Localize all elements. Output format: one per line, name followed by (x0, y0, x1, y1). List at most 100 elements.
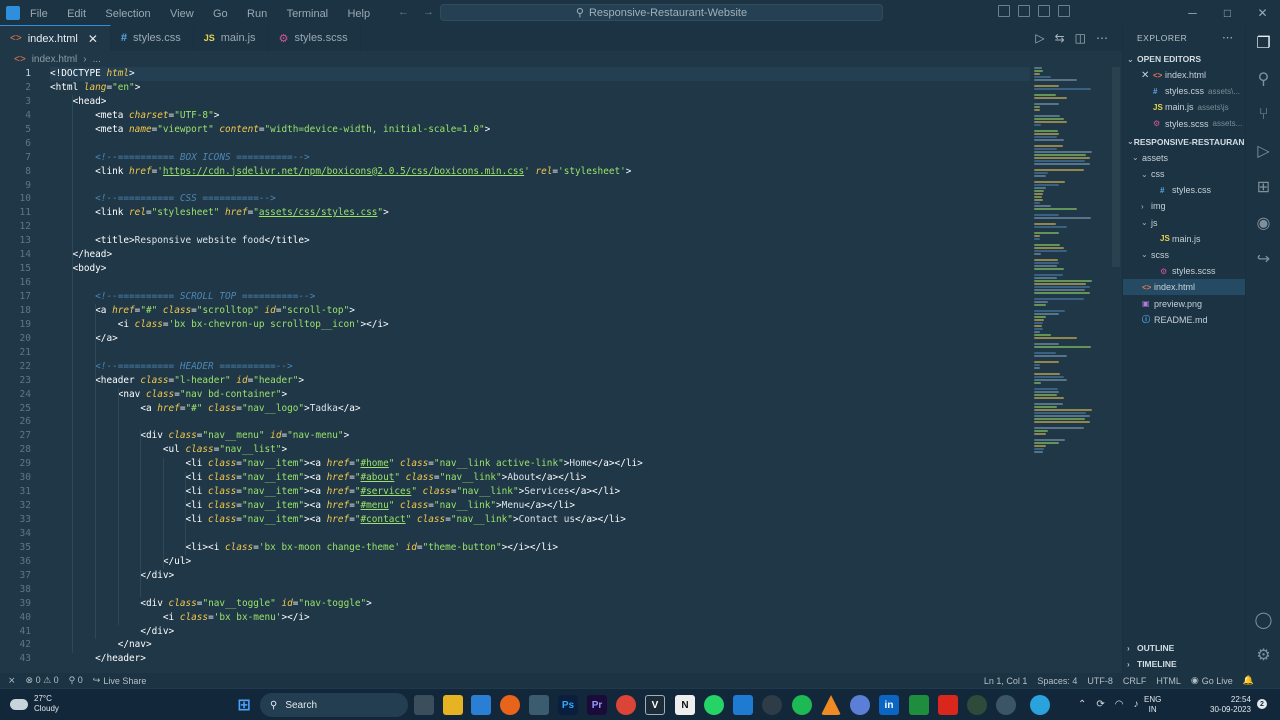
menu-terminal[interactable]: Terminal (287, 8, 329, 20)
code-line[interactable]: <head> (50, 95, 1030, 109)
code-line[interactable]: </div> (50, 625, 1030, 639)
file-tree-file[interactable]: JS main.js (1123, 231, 1245, 247)
code-line[interactable]: <div class="nav__toggle" id="nav-toggle"… (50, 597, 1030, 611)
windows-start-icon[interactable]: ⊞ (234, 695, 254, 715)
back-arrow-icon[interactable]: ← (398, 6, 423, 18)
file-tree-file[interactable]: ▣ preview.png (1123, 295, 1245, 311)
code-line[interactable]: <link rel="stylesheet" href="assets/css/… (50, 206, 1030, 220)
file-tree-folder[interactable]: ⌄ scss (1123, 247, 1245, 263)
store-icon[interactable] (529, 695, 549, 715)
input-language[interactable]: ENG IN (1144, 695, 1161, 715)
code-line[interactable]: <body> (50, 262, 1030, 276)
code-line[interactable]: <a href="#" class="nav__logo">Tadka</a> (50, 402, 1030, 416)
chevron-up-icon[interactable]: ⌃ (1078, 699, 1086, 710)
linkedin-icon[interactable]: in (879, 695, 899, 715)
run-icon[interactable]: ▷ (1035, 31, 1044, 45)
code-line[interactable]: </header> (50, 652, 1030, 666)
live-share-button[interactable]: ↪ Live Share (93, 675, 147, 686)
menu-file[interactable]: File (30, 8, 48, 20)
code-line[interactable]: <div class="nav__menu" id="nav-menu"> (50, 429, 1030, 443)
code-line[interactable] (50, 415, 1030, 429)
menu-selection[interactable]: Selection (105, 8, 150, 20)
code-line[interactable]: </nav> (50, 638, 1030, 652)
task-view-icon[interactable] (414, 695, 434, 715)
vim-icon[interactable]: V (645, 695, 665, 715)
code-line[interactable]: <li class="nav__item"><a href="#contact"… (50, 513, 1030, 527)
more-actions-icon[interactable]: ⋯ (1096, 31, 1108, 45)
code-token[interactable]: #contact (361, 514, 406, 525)
code-line[interactable]: <meta name="viewport" content="width=dev… (50, 123, 1030, 137)
code-editor[interactable]: 1 2 3 4 5 6 7 8 9 10 11 12 13 14 15 16 17 18 19 20 21 22 23 24 2… (0, 67, 1122, 673)
code-line[interactable]: </a> (50, 332, 1030, 346)
breadcrumb-rest[interactable]: ... (93, 54, 101, 65)
code-line[interactable]: </ul> (50, 555, 1030, 569)
code-token[interactable]: https://cdn.jsdelivr.net/npm/boxicons@2.… (163, 166, 524, 177)
code-line[interactable]: </div> (50, 569, 1030, 583)
split-editor-icon[interactable]: ◫ (1075, 31, 1086, 45)
menu-edit[interactable]: Edit (67, 8, 86, 20)
code-line[interactable]: <!--========== BOX ICONS ==========--> (50, 151, 1030, 165)
menu-run[interactable]: Run (247, 8, 267, 20)
code-token[interactable]: #home (361, 458, 389, 469)
app-icon[interactable] (996, 695, 1016, 715)
sync-icon[interactable]: ⟳ (1096, 699, 1104, 710)
code-line[interactable]: <meta charset="UTF-8"> (50, 109, 1030, 123)
code-line[interactable] (50, 276, 1030, 290)
whatsapp-icon[interactable] (704, 695, 724, 715)
toggle-sidebar-icon[interactable] (998, 5, 1010, 17)
code-line[interactable]: <li class="nav__item"><a href="#about" c… (50, 471, 1030, 485)
clock[interactable]: 22:54 30-09-2023 (1210, 695, 1251, 715)
code-line[interactable]: <link href='https://cdn.jsdelivr.net/npm… (50, 165, 1030, 179)
customize-layout-icon[interactable] (1058, 5, 1070, 17)
live-share-icon[interactable]: ↪ (1246, 241, 1280, 277)
premiere-icon[interactable]: Pr (587, 695, 607, 715)
mail-icon[interactable] (471, 695, 491, 715)
explorer-more-icon[interactable]: ⋯ (1222, 31, 1233, 44)
remote-indicator-icon[interactable]: ⨯ (8, 675, 16, 686)
notifications-bell-icon[interactable]: 🔔 (1243, 675, 1254, 686)
chrome-icon[interactable] (616, 695, 636, 715)
close-icon[interactable]: ✕ (1141, 70, 1153, 81)
editor-scrollbar[interactable] (1112, 67, 1120, 267)
open-editor-item[interactable]: JS main.js assets\js (1123, 99, 1245, 115)
language-mode[interactable]: HTML (1156, 676, 1181, 686)
code-line[interactable]: <header class="l-header" id="header"> (50, 374, 1030, 388)
notification-badge[interactable]: 2 (1257, 699, 1267, 709)
file-explorer-icon[interactable] (443, 695, 463, 715)
file-tree-file[interactable]: <> index.html (1123, 279, 1245, 296)
file-tree-folder[interactable]: ⌄ css (1123, 166, 1245, 182)
vscode-taskbar-icon[interactable] (733, 695, 753, 715)
code-line[interactable]: <ul class="nav__list"> (50, 443, 1030, 457)
close-window-button[interactable]: ✕ (1245, 0, 1280, 25)
code-token[interactable]: #services (361, 486, 412, 497)
code-line[interactable]: <li class="nav__item"><a href="#menu" cl… (50, 499, 1030, 513)
menu-help[interactable]: Help (347, 8, 370, 20)
file-tree-file[interactable]: ⚙ styles.scss (1123, 263, 1245, 279)
spotify-icon[interactable] (792, 695, 812, 715)
code-line[interactable]: <a href="#" class="scrolltop" id="scroll… (50, 304, 1030, 318)
extensions-icon[interactable]: ⊞ (1246, 169, 1280, 205)
code-line[interactable]: <i class='bx bx-menu'></i> (50, 611, 1030, 625)
line-ending[interactable]: CRLF (1123, 676, 1147, 686)
file-tree-file[interactable]: ⓘ README.md (1123, 312, 1245, 328)
spreadsheet-icon[interactable] (909, 695, 929, 715)
weather-widget[interactable]: 27°C Cloudy (10, 694, 59, 714)
telegram-icon[interactable] (1030, 695, 1050, 715)
encoding[interactable]: UTF-8 (1087, 676, 1113, 686)
code-line[interactable]: <li><i class='bx bx-moon change-theme' i… (50, 541, 1030, 555)
browser-icon[interactable] (850, 695, 870, 715)
menu-go[interactable]: Go (213, 8, 228, 20)
command-center-search[interactable]: ⚲ Responsive-Restaurant-Website (440, 4, 883, 21)
code-line[interactable] (50, 220, 1030, 234)
minimize-button[interactable]: ─ (1175, 0, 1210, 25)
code-line[interactable]: <!--========== SCROLL TOP ==========--> (50, 290, 1030, 304)
vlc-icon[interactable] (821, 695, 841, 715)
account-icon[interactable]: ◯ (1246, 602, 1280, 638)
code-area[interactable]: <!DOCTYPE html> <html lang="en"> <head> <… (50, 67, 1030, 666)
code-line[interactable]: <html lang="en"> (50, 81, 1030, 95)
search-icon[interactable]: ⚲ (1246, 61, 1280, 97)
firefox-icon[interactable] (500, 695, 520, 715)
code-line[interactable] (50, 137, 1030, 151)
file-tree-folder[interactable]: ⌄ assets (1123, 150, 1245, 166)
tab-main-js[interactable]: JS main.js (194, 25, 269, 51)
